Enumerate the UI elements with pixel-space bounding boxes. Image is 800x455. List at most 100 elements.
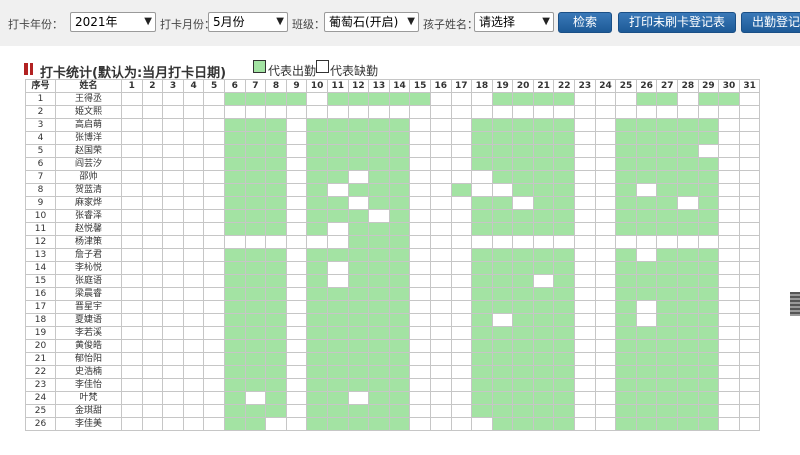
attendance-cell-present bbox=[512, 248, 534, 262]
attendance-cell-absent bbox=[574, 300, 596, 314]
attendance-cell-absent bbox=[594, 365, 617, 379]
attendance-cell-present bbox=[615, 404, 637, 418]
attendance-cell-absent bbox=[718, 183, 740, 197]
attendance-cell-absent bbox=[409, 391, 431, 405]
attendance-cell-absent bbox=[203, 118, 225, 132]
attendance-cell-absent bbox=[409, 222, 431, 236]
attendance-cell-present bbox=[677, 326, 699, 340]
attendance-cell-present bbox=[388, 352, 411, 366]
attendance-cell-present bbox=[244, 326, 267, 340]
attendance-cell-present bbox=[471, 222, 493, 236]
student-name: 李若溪 bbox=[55, 326, 122, 340]
table-row: 12 杨津策 bbox=[25, 235, 761, 249]
attendance-cell-present bbox=[635, 352, 658, 366]
month-select[interactable]: 5月份 ▼ bbox=[208, 12, 288, 32]
child-select[interactable]: 请选择 ▼ bbox=[474, 12, 554, 32]
attendance-cell-absent bbox=[121, 235, 143, 249]
attendance-cell-absent bbox=[409, 326, 431, 340]
column-header-name: 姓名 bbox=[55, 79, 122, 93]
attendance-cell-present bbox=[532, 209, 555, 223]
attendance-cell-present bbox=[347, 365, 370, 379]
attendance-cell-absent bbox=[718, 365, 740, 379]
attendance-cell-present bbox=[368, 170, 390, 184]
attendance-cell-absent bbox=[182, 157, 205, 171]
attendance-cell-absent bbox=[677, 196, 699, 210]
attendance-cell-absent bbox=[265, 105, 287, 119]
side-drag-handle[interactable] bbox=[790, 292, 800, 316]
attendance-cell-present bbox=[223, 144, 246, 158]
attendance-register-button[interactable]: 出勤登记 bbox=[741, 12, 800, 33]
attendance-cell-absent bbox=[450, 417, 473, 431]
attendance-cell-absent bbox=[203, 209, 225, 223]
attendance-cell-present bbox=[532, 157, 555, 171]
class-value: 葡萄石(开启) bbox=[329, 15, 399, 29]
attendance-cell-present bbox=[244, 157, 267, 171]
attendance-cell-present bbox=[306, 170, 328, 184]
attendance-cell-absent bbox=[285, 196, 308, 210]
attendance-cell-absent bbox=[182, 365, 205, 379]
attendance-cell-absent bbox=[368, 105, 390, 119]
attendance-cell-absent bbox=[450, 170, 473, 184]
attendance-cell-present bbox=[512, 274, 534, 288]
attendance-cell-absent bbox=[409, 248, 431, 262]
attendance-cell-present bbox=[265, 222, 287, 236]
attendance-cell-present bbox=[347, 378, 370, 392]
table-row: 26 李佳美 bbox=[25, 417, 761, 431]
day-header: 1 bbox=[121, 79, 143, 93]
attendance-cell-present bbox=[697, 222, 720, 236]
student-name: 叶梵 bbox=[55, 391, 122, 405]
print-unswiped-button[interactable]: 打印未刷卡登记表 bbox=[618, 12, 736, 33]
attendance-cell-absent bbox=[409, 157, 431, 171]
attendance-cell-present bbox=[532, 365, 555, 379]
attendance-cell-absent bbox=[203, 287, 225, 301]
attendance-cell-present bbox=[656, 313, 679, 327]
search-button[interactable]: 检索 bbox=[558, 12, 612, 33]
attendance-cell-absent bbox=[203, 92, 225, 106]
attendance-cell-present bbox=[306, 352, 328, 366]
attendance-cell-present bbox=[532, 196, 555, 210]
attendance-cell-absent bbox=[121, 313, 143, 327]
attendance-cell-present bbox=[244, 170, 267, 184]
attendance-cell-present bbox=[635, 196, 658, 210]
year-select[interactable]: 2021年 ▼ bbox=[70, 12, 156, 32]
attendance-cell-present bbox=[677, 209, 699, 223]
attendance-cell-absent bbox=[409, 105, 431, 119]
attendance-cell-absent bbox=[162, 157, 184, 171]
attendance-cell-absent bbox=[429, 352, 452, 366]
attendance-cell-absent bbox=[491, 313, 514, 327]
attendance-table: 序号 姓名 1 2 3 4 5 6 7 8 9 10 11 12 13 14 15 16 17 18 19 20 21 2… bbox=[25, 79, 761, 431]
attendance-cell-absent bbox=[409, 183, 431, 197]
day-header: 2 bbox=[141, 79, 164, 93]
attendance-cell-absent bbox=[203, 222, 225, 236]
attendance-cell-present bbox=[491, 365, 514, 379]
attendance-cell-absent bbox=[635, 235, 658, 249]
attendance-cell-present bbox=[388, 287, 411, 301]
attendance-cell-absent bbox=[121, 144, 143, 158]
class-label: 班级： bbox=[292, 18, 325, 31]
attendance-cell-absent bbox=[285, 352, 308, 366]
class-select[interactable]: 葡萄石(开启) ▼ bbox=[324, 12, 419, 32]
row-index: 19 bbox=[25, 326, 56, 340]
attendance-cell-absent bbox=[471, 170, 493, 184]
attendance-cell-present bbox=[512, 118, 534, 132]
attendance-cell-present bbox=[512, 417, 534, 431]
table-row: 6 阎芸汐 bbox=[25, 157, 761, 171]
attendance-cell-present bbox=[388, 274, 411, 288]
attendance-cell-present bbox=[306, 183, 328, 197]
day-header: 29 bbox=[697, 79, 720, 93]
attendance-cell-absent bbox=[574, 131, 596, 145]
attendance-cell-present bbox=[244, 287, 267, 301]
attendance-cell-absent bbox=[285, 378, 308, 392]
day-header: 9 bbox=[285, 79, 308, 93]
student-name: 赵悦馨 bbox=[55, 222, 122, 236]
attendance-cell-present bbox=[635, 157, 658, 171]
attendance-cell-present bbox=[368, 391, 390, 405]
attendance-cell-present bbox=[491, 339, 514, 353]
table-row: 23 李佳怡 bbox=[25, 378, 761, 392]
table-row: 22 史浩楠 bbox=[25, 365, 761, 379]
attendance-cell-absent bbox=[141, 235, 164, 249]
attendance-cell-present bbox=[388, 365, 411, 379]
attendance-cell-absent bbox=[450, 287, 473, 301]
attendance-cell-absent bbox=[574, 404, 596, 418]
attendance-cell-absent bbox=[121, 131, 143, 145]
